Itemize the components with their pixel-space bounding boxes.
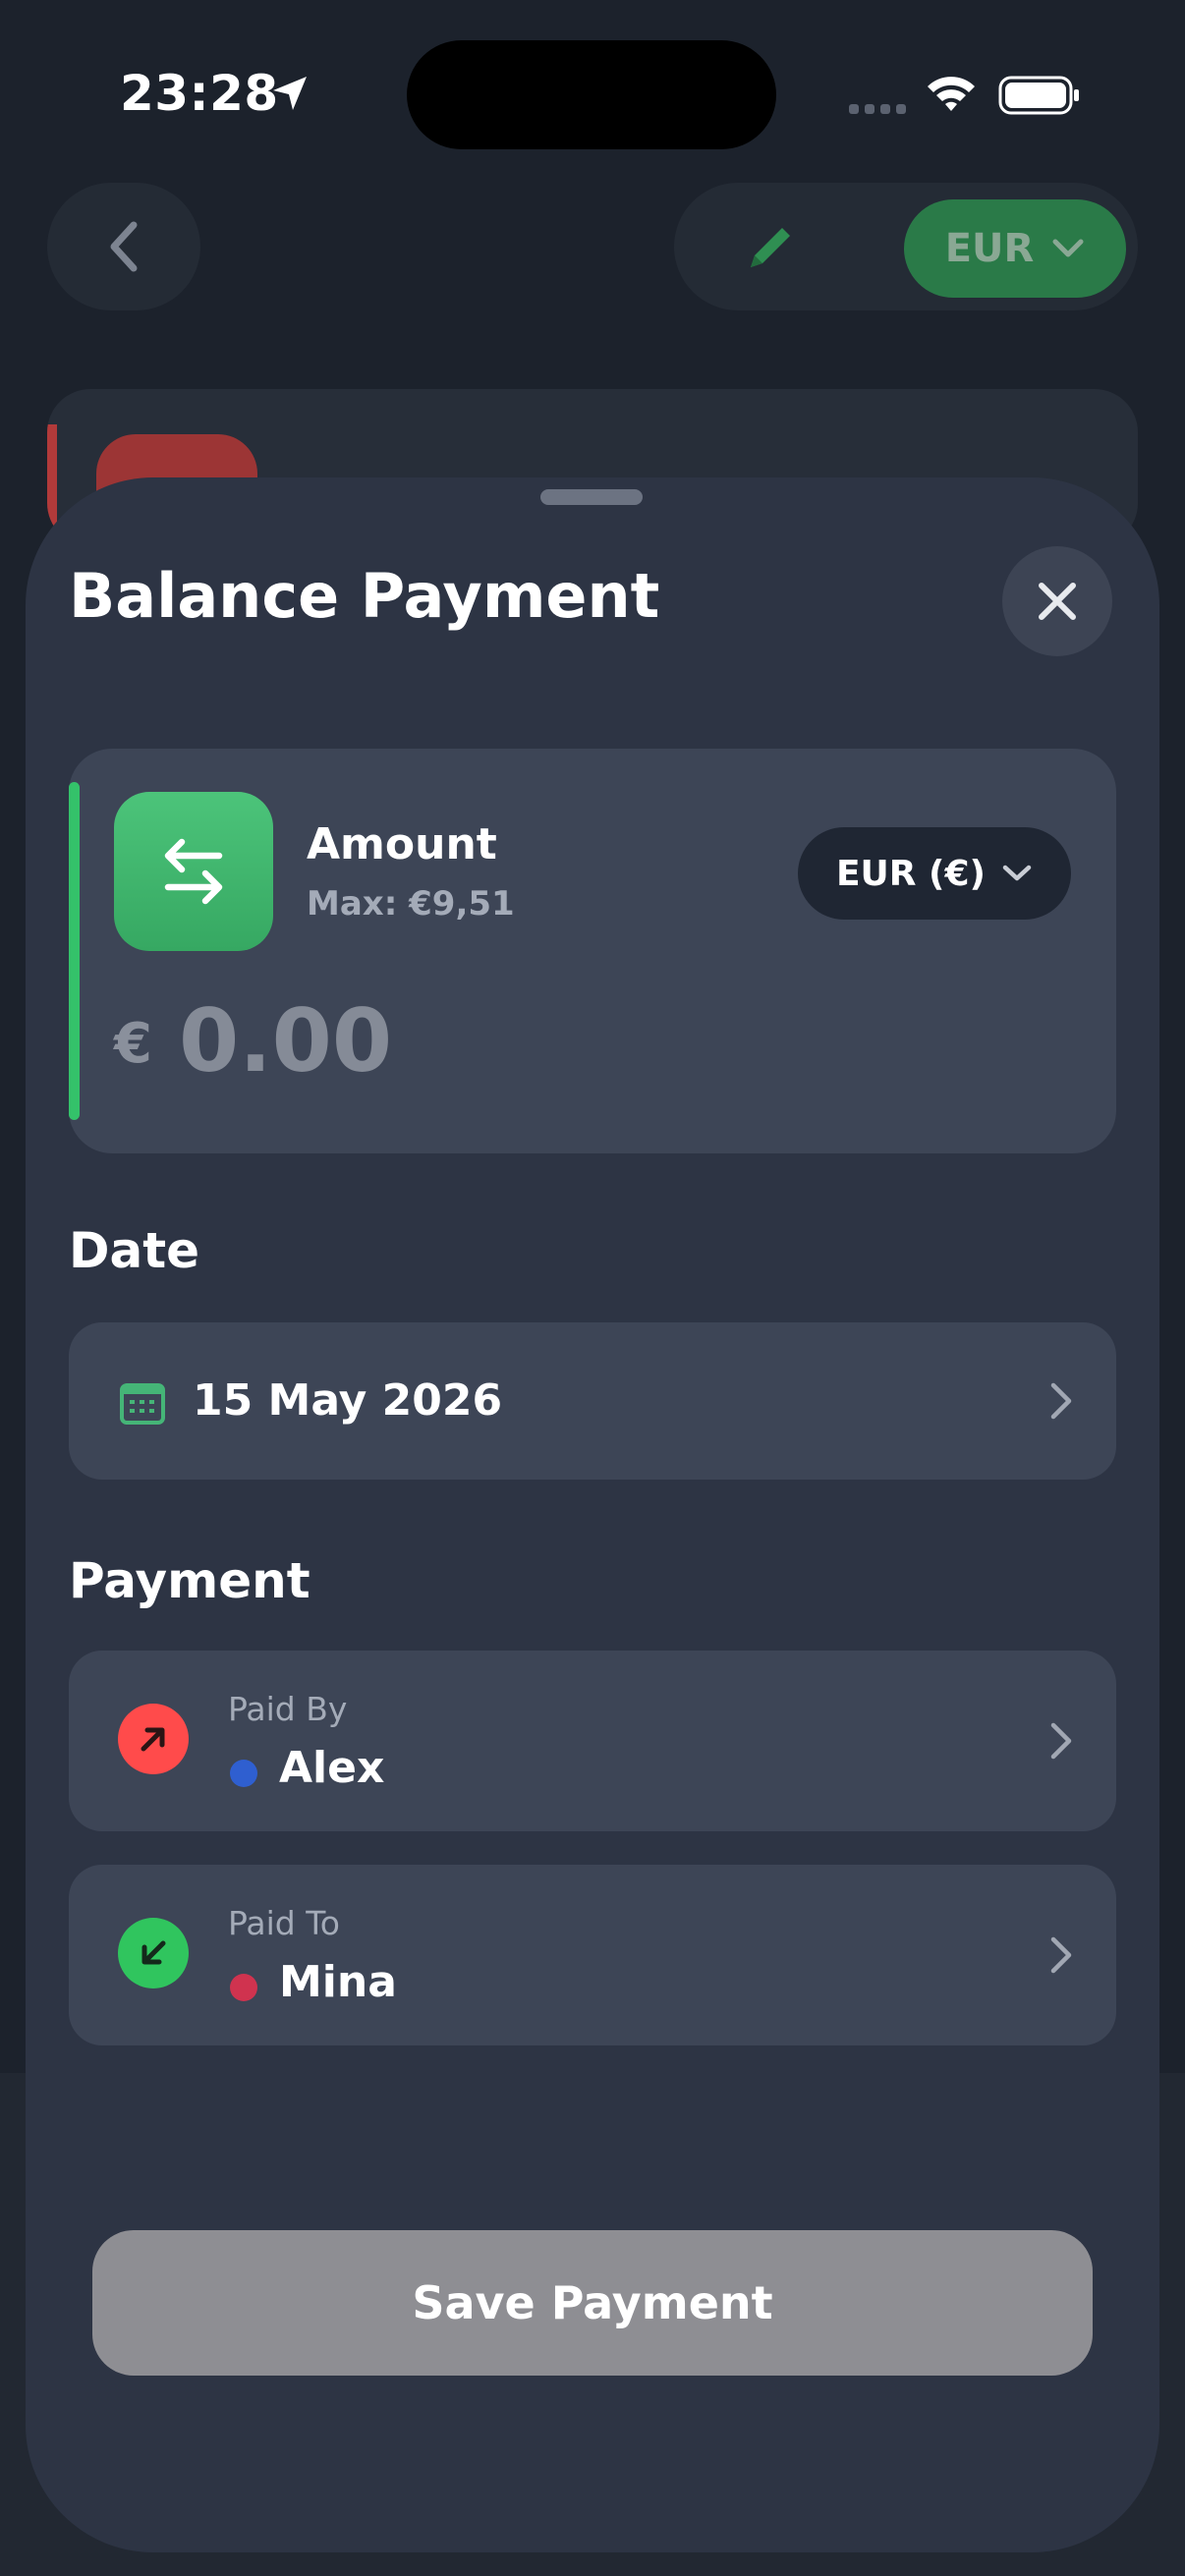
paid-to-row[interactable]: Paid To Mina — [69, 1865, 1116, 2045]
amount-currency-label: EUR (€) — [835, 853, 987, 894]
sheet-title: Balance Payment — [69, 560, 660, 632]
paid-by-row[interactable]: Paid By Alex — [69, 1651, 1116, 1831]
currency-symbol: € — [114, 1012, 152, 1076]
amount-label: Amount — [307, 819, 497, 869]
payment-section-label: Payment — [69, 1552, 310, 1609]
close-button[interactable] — [1002, 546, 1112, 656]
battery-icon — [998, 76, 1079, 115]
currency-selector-button[interactable]: EUR — [904, 199, 1126, 298]
amount-currency-button[interactable]: EUR (€) — [798, 827, 1071, 920]
back-button[interactable] — [47, 183, 200, 310]
status-time: 23:28 — [120, 65, 279, 122]
chevron-right-icon — [1050, 1382, 1072, 1420]
cellular-signal-icon — [849, 104, 906, 114]
chevron-left-icon — [110, 221, 138, 272]
arrow-down-left-icon — [141, 1940, 166, 1965]
currency-label: EUR — [944, 226, 1035, 271]
chevron-down-icon — [1052, 239, 1084, 257]
arrows-swap-icon — [164, 838, 223, 905]
paid-to-badge — [118, 1918, 189, 1988]
date-value: 15 May 2026 — [193, 1375, 503, 1426]
paid-to-caption: Paid To — [228, 1904, 340, 1942]
dynamic-island — [407, 40, 776, 149]
screen: 23:28 EUR Balance Payment Amount Max: €9… — [0, 0, 1185, 2576]
close-icon — [1039, 583, 1076, 620]
amount-card-accent — [69, 782, 80, 1120]
location-arrow-icon — [273, 77, 307, 110]
arrow-up-right-icon — [141, 1727, 165, 1752]
date-row[interactable]: 15 May 2026 — [69, 1322, 1116, 1480]
chevron-right-icon — [1050, 1936, 1072, 1974]
date-section-label: Date — [69, 1222, 200, 1279]
paid-by-badge — [118, 1704, 189, 1774]
wifi-icon — [928, 77, 975, 111]
chevron-right-icon — [1050, 1722, 1072, 1760]
paid-by-color-dot — [230, 1760, 257, 1787]
amount-max-text: Max: €9,51 — [307, 884, 515, 924]
sheet-grabber[interactable] — [540, 489, 643, 505]
pencil-icon[interactable] — [741, 218, 800, 277]
calendar-icon — [120, 1383, 165, 1425]
paid-by-name: Alex — [279, 1743, 385, 1793]
amount-input[interactable] — [179, 986, 768, 1094]
paid-to-color-dot — [230, 1974, 257, 2001]
amount-icon-tile — [114, 792, 273, 951]
save-payment-button[interactable]: Save Payment — [92, 2230, 1093, 2376]
chevron-down-icon — [1002, 865, 1032, 881]
paid-to-name: Mina — [279, 1957, 397, 2007]
paid-by-caption: Paid By — [228, 1690, 348, 1728]
